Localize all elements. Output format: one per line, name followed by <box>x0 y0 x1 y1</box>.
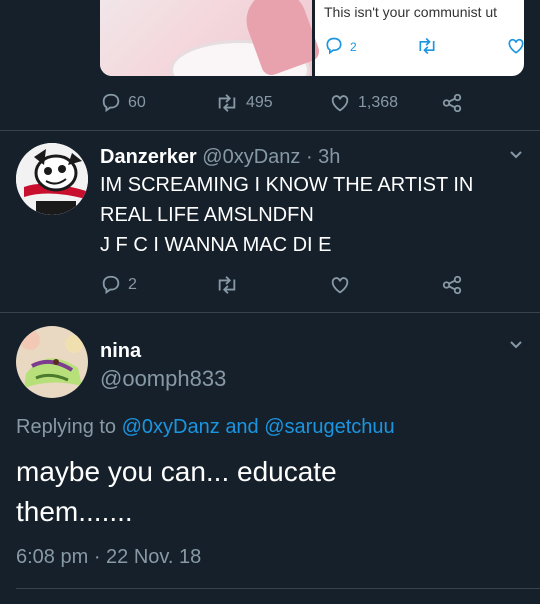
quoted-card-text: This isn't your communist ut <box>324 4 498 20</box>
like-icon <box>328 92 352 114</box>
like-count: 1,368 <box>358 94 399 111</box>
parent-reply-action[interactable]: 60 <box>100 92 146 114</box>
chevron-down-icon[interactable] <box>508 338 524 352</box>
retweet-icon[interactable] <box>214 274 240 296</box>
handle-and-time: @0xyDanz · 3h <box>202 146 341 168</box>
avatar[interactable] <box>16 326 88 398</box>
chevron-down-icon[interactable] <box>508 148 524 162</box>
retweet-count: 495 <box>246 94 273 111</box>
reply-text-line: REAL LIFE AMSLNDFN <box>100 204 314 226</box>
like-icon[interactable] <box>328 274 352 296</box>
reply-text: IM SCREAMING I KNOW THE ARTIST IN REAL L… <box>100 170 530 260</box>
parent-like-action[interactable]: 1,368 <box>328 92 398 114</box>
replying-to: Replying to @0xyDanz and @sarugetchuu <box>16 416 395 439</box>
retweet-icon <box>214 92 240 114</box>
divider <box>0 312 540 313</box>
retweet-icon[interactable] <box>416 36 438 56</box>
mention-and[interactable]: and <box>225 416 258 438</box>
reply-icon <box>100 92 122 114</box>
mention-link[interactable]: @0xyDanz <box>122 416 220 438</box>
share-icon[interactable] <box>440 92 464 114</box>
reply-count: 60 <box>128 94 146 111</box>
card-divider <box>312 0 315 76</box>
divider <box>16 588 540 589</box>
reply-count: 2 <box>128 276 137 293</box>
tweet-text: maybe you can... educate them....... <box>16 452 526 532</box>
quoted-card-actions: 2 <box>324 36 524 60</box>
timestamp[interactable]: 6:08 pm · 22 Nov. 18 <box>16 546 201 569</box>
parent-retweet-action[interactable]: 495 <box>214 92 273 114</box>
reply-text-line: J F C I WANNA MAC DI E <box>100 234 332 256</box>
avatar[interactable] <box>16 143 88 215</box>
reply-header: Danzerker @0xyDanz · 3h <box>100 146 340 169</box>
reply-icon <box>100 274 122 296</box>
reply-text-line: IM SCREAMING I KNOW THE ARTIST IN <box>100 174 474 196</box>
like-icon[interactable] <box>506 36 524 56</box>
display-name[interactable]: Danzerker <box>100 146 197 168</box>
mention-link[interactable]: @sarugetchuu <box>264 416 394 438</box>
handle[interactable]: @oomph833 <box>100 366 226 392</box>
divider <box>0 130 540 131</box>
quoted-tweet-image[interactable] <box>100 0 322 76</box>
replying-prefix: Replying to <box>16 416 117 438</box>
quoted-reply-count: 2 <box>350 40 357 54</box>
reply-icon[interactable] <box>324 36 344 56</box>
quoted-tweet-card[interactable]: This isn't your communist ut 2 <box>100 0 524 76</box>
share-icon[interactable] <box>440 274 464 296</box>
display-name[interactable]: nina <box>100 340 141 363</box>
reply-reply-action[interactable]: 2 <box>100 274 137 296</box>
tweet-text-line: them....... <box>16 496 133 527</box>
tweet-text-line: maybe you can... educate <box>16 456 337 487</box>
